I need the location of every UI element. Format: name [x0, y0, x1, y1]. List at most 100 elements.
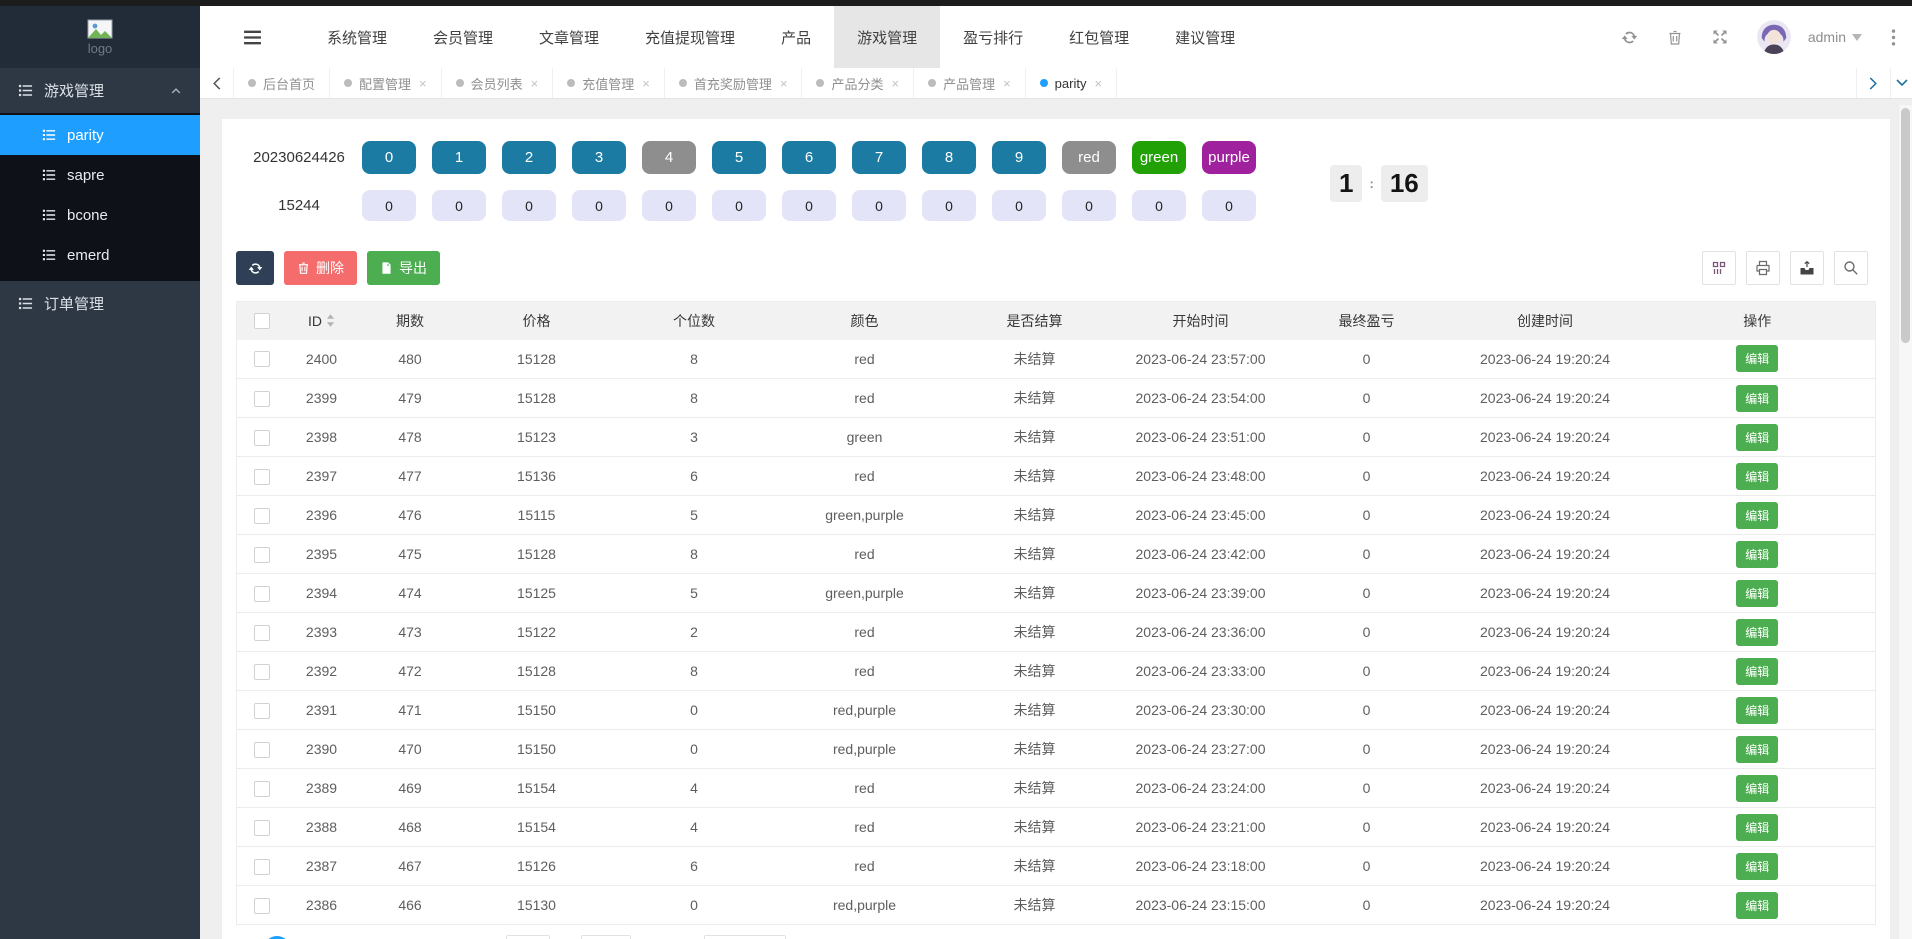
columns-filter-button[interactable]: [1702, 251, 1736, 285]
count-button[interactable]: 0: [1132, 190, 1186, 221]
column-header[interactable]: 创建时间: [1451, 302, 1640, 340]
export-button[interactable]: 导出: [367, 251, 440, 285]
number-button[interactable]: 7: [852, 141, 906, 174]
count-button[interactable]: 0: [362, 190, 416, 221]
column-header[interactable]: 开始时间: [1119, 302, 1283, 340]
search-icon[interactable]: [1834, 251, 1868, 285]
tab[interactable]: 后台首页: [234, 68, 331, 98]
number-button[interactable]: 1: [432, 141, 486, 174]
edit-button[interactable]: 编辑: [1736, 696, 1779, 724]
row-checkbox[interactable]: [253, 819, 270, 836]
number-button[interactable]: 6: [782, 141, 836, 174]
row-checkbox[interactable]: [253, 507, 270, 524]
column-header[interactable]: 操作: [1640, 302, 1876, 340]
tab-close-icon[interactable]: ×: [891, 76, 899, 91]
main-menu-item[interactable]: 产品: [758, 6, 834, 68]
main-menu-item[interactable]: 系统管理: [304, 6, 410, 68]
count-button[interactable]: 0: [922, 190, 976, 221]
goto-confirm-button[interactable]: 确定: [581, 935, 632, 939]
tab[interactable]: 产品管理 ×: [914, 68, 1026, 98]
goto-page-input[interactable]: [506, 935, 551, 939]
number-button[interactable]: 2: [502, 141, 556, 174]
sidebar-submenu-item[interactable]: emerd: [0, 235, 200, 275]
row-checkbox[interactable]: [253, 429, 270, 446]
column-header[interactable]: 是否结算: [951, 302, 1119, 340]
print-icon[interactable]: [1746, 251, 1780, 285]
column-header[interactable]: ID: [287, 302, 357, 340]
edit-button[interactable]: 编辑: [1736, 579, 1779, 607]
edit-button[interactable]: 编辑: [1736, 540, 1779, 568]
tab[interactable]: 首充奖励管理 ×: [665, 68, 803, 98]
number-button[interactable]: 9: [992, 141, 1046, 174]
count-button[interactable]: 0: [642, 190, 696, 221]
edit-button[interactable]: 编辑: [1736, 384, 1779, 412]
sidebar-section-game[interactable]: 游戏管理: [0, 68, 200, 113]
number-button[interactable]: 0: [362, 141, 416, 174]
sidebar-submenu-item[interactable]: parity: [0, 115, 200, 155]
avatar[interactable]: [1756, 20, 1791, 54]
per-page-select[interactable]: 15 条/页: [703, 935, 786, 939]
edit-button[interactable]: 编辑: [1736, 813, 1779, 841]
main-menu-item[interactable]: 红包管理: [1046, 6, 1152, 68]
number-button[interactable]: 8: [922, 141, 976, 174]
number-button[interactable]: 4: [642, 141, 696, 174]
main-menu-item[interactable]: 建议管理: [1152, 6, 1258, 68]
tab-close-icon[interactable]: ×: [1003, 76, 1011, 91]
edit-button[interactable]: 编辑: [1736, 735, 1779, 763]
row-checkbox[interactable]: [253, 897, 270, 914]
tab[interactable]: 会员列表 ×: [442, 68, 554, 98]
count-button[interactable]: 0: [432, 190, 486, 221]
row-checkbox[interactable]: [253, 702, 270, 719]
vertical-scrollbar[interactable]: [1898, 105, 1912, 939]
count-button[interactable]: 0: [782, 190, 836, 221]
tabs-scroll-right-button[interactable]: [1856, 68, 1890, 98]
count-button[interactable]: 0: [992, 190, 1046, 221]
main-menu-item[interactable]: 游戏管理: [834, 6, 941, 68]
main-menu-item[interactable]: 会员管理: [410, 6, 516, 68]
trash-icon[interactable]: [1667, 29, 1683, 46]
tab-close-icon[interactable]: ×: [780, 76, 788, 91]
row-checkbox[interactable]: [253, 468, 270, 485]
row-checkbox[interactable]: [253, 780, 270, 797]
scrollbar-thumb[interactable]: [1901, 108, 1910, 343]
main-menu-item[interactable]: 充值提现管理: [622, 6, 758, 68]
sidebar-submenu-item[interactable]: sapre: [0, 155, 200, 195]
edit-button[interactable]: 编辑: [1736, 345, 1779, 373]
tab[interactable]: parity ×: [1026, 68, 1118, 98]
tab-close-icon[interactable]: ×: [419, 76, 427, 91]
number-button[interactable]: 3: [572, 141, 626, 174]
edit-button[interactable]: 编辑: [1736, 501, 1779, 529]
tab[interactable]: 配置管理 ×: [330, 68, 442, 98]
count-button[interactable]: 0: [502, 190, 556, 221]
fullscreen-icon[interactable]: [1712, 29, 1728, 45]
edit-button[interactable]: 编辑: [1736, 891, 1779, 919]
column-header[interactable]: 期数: [357, 302, 464, 340]
row-checkbox[interactable]: [253, 741, 270, 758]
count-button[interactable]: 0: [1062, 190, 1116, 221]
column-header[interactable]: 价格: [464, 302, 610, 340]
refresh-icon[interactable]: [1621, 29, 1638, 46]
row-checkbox[interactable]: [253, 546, 270, 563]
number-button[interactable]: 5: [712, 141, 766, 174]
tabs-scroll-left-button[interactable]: [200, 68, 234, 98]
delete-button[interactable]: 删除: [284, 251, 357, 285]
tab-close-icon[interactable]: ×: [1094, 76, 1102, 91]
tabs-menu-button[interactable]: [1890, 68, 1912, 98]
more-vertical-icon[interactable]: [1891, 28, 1896, 46]
sidebar-submenu-item[interactable]: bcone: [0, 195, 200, 235]
row-checkbox[interactable]: [253, 663, 270, 680]
edit-button[interactable]: 编辑: [1736, 852, 1779, 880]
number-button[interactable]: green: [1132, 141, 1186, 174]
number-button[interactable]: red: [1062, 141, 1116, 174]
sidebar-section-order[interactable]: 订单管理: [0, 281, 200, 326]
count-button[interactable]: 0: [572, 190, 626, 221]
column-header[interactable]: 个位数: [610, 302, 779, 340]
tab-close-icon[interactable]: ×: [531, 76, 539, 91]
number-button[interactable]: purple: [1202, 141, 1256, 174]
row-checkbox[interactable]: [253, 390, 270, 407]
select-all-checkbox[interactable]: [253, 313, 270, 330]
row-checkbox[interactable]: [253, 351, 270, 368]
count-button[interactable]: 0: [852, 190, 906, 221]
tab[interactable]: 产品分类 ×: [802, 68, 915, 98]
edit-button[interactable]: 编辑: [1736, 774, 1779, 802]
